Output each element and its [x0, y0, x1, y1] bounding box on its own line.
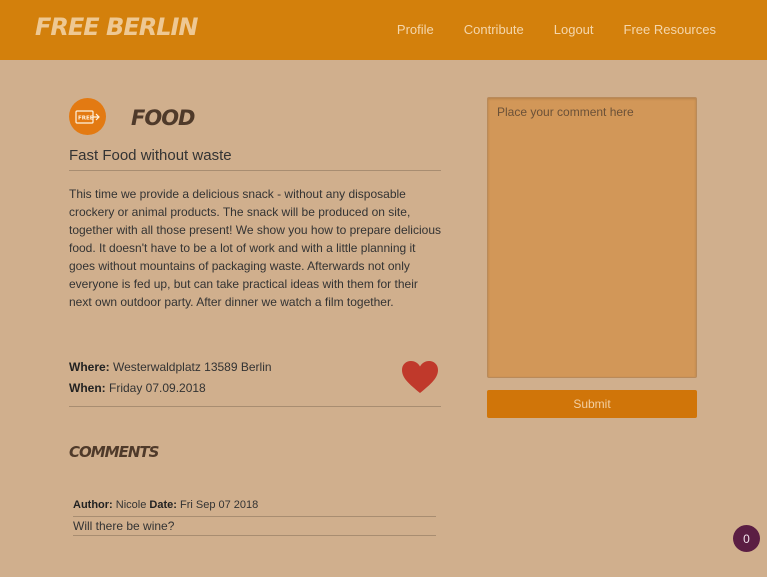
event-description: This time we provide a delicious snack -… [69, 187, 441, 309]
comments-title: COMMENTS [69, 443, 159, 461]
comment-text: Will there be wine? [73, 519, 175, 533]
nav-link-logout[interactable]: Logout [554, 22, 594, 37]
nav-link-free-resources[interactable]: Free Resources [624, 22, 716, 37]
comment-date-label: Date: [149, 499, 177, 511]
comment-bottom-divider [73, 535, 436, 536]
comment-divider [73, 516, 436, 517]
badge-text: FREE [78, 115, 94, 121]
comment-author: Nicole [115, 499, 147, 511]
brand-logo[interactable]: FREE BERLIN [35, 13, 198, 41]
comment-input[interactable] [487, 97, 697, 378]
nav-link-profile[interactable]: Profile [397, 22, 434, 37]
when-label: When: [69, 381, 106, 395]
heart-icon[interactable] [401, 360, 439, 399]
event-title: Fast Food without waste [69, 147, 232, 164]
counter-badge[interactable]: 0 [733, 525, 760, 552]
category-title: FOOD [131, 106, 195, 130]
where-value: Westerwaldplatz 13589 Berlin [113, 360, 272, 374]
event-where: Where: Westerwaldplatz 13589 Berlin [69, 360, 272, 374]
nav-links: Profile Contribute Logout Free Resources [397, 22, 716, 37]
submit-button[interactable]: Submit [487, 390, 697, 418]
when-value: Friday 07.09.2018 [109, 381, 206, 395]
comment-date: Fri Sep 07 2018 [180, 499, 259, 511]
comment-meta: Author: Nicole Date: Fri Sep 07 2018 [73, 499, 258, 511]
comment-author-label: Author: [73, 499, 113, 511]
event-when: When: Friday 07.09.2018 [69, 381, 206, 395]
title-divider [69, 170, 441, 171]
nav-link-contribute[interactable]: Contribute [464, 22, 524, 37]
meta-divider [69, 406, 441, 407]
free-ticket-icon: FREE [69, 98, 106, 135]
navbar: FREE BERLIN Profile Contribute Logout Fr… [0, 0, 767, 60]
where-label: Where: [69, 360, 110, 374]
